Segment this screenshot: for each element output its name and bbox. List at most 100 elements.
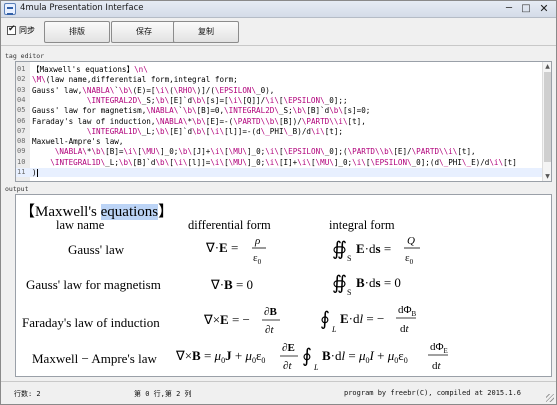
scroll-thumb[interactable] (544, 72, 551, 162)
code-text[interactable]: Maxwell-Ampre's law, (32, 137, 123, 146)
svg-text:∮: ∮ (320, 309, 330, 330)
toolbar-divider (1, 45, 556, 46)
svg-text:E·dl = −: E·dl = − (340, 311, 384, 326)
tag-editor[interactable]: 01 【Maxwell's equations】\n\ 02 \M\(law name… (15, 61, 552, 182)
selected-text[interactable]: equations (100, 204, 159, 220)
svg-text:dΦB: dΦB (398, 304, 417, 318)
svg-text:L: L (331, 325, 337, 334)
formula-ampere-differential: ∇×B = μ0J + μ0ε0 ∂E ∂t (175, 340, 301, 376)
status-cursor-position: 第 0 行,第 2 列 (134, 390, 192, 398)
code-text[interactable]: \INTEGRAL1D\_L;\b\[E]`d\b\[\i\[l]]=-(d\_… (32, 127, 343, 136)
svg-text:∂t: ∂t (283, 360, 292, 372)
line-number: 02 (17, 75, 26, 84)
gauss-int-svg: ∯ S E·ds = Q ε0 (332, 235, 420, 266)
formula-gauss-differential: ∇·E = ρ ε0 (205, 233, 286, 271)
output-label: output (5, 185, 29, 193)
line-number: 03 (17, 85, 26, 94)
editor-line[interactable]: 01 【Maxwell's equations】\n\ (16, 65, 551, 74)
svg-text:ε0: ε0 (253, 252, 262, 266)
formula-faraday-differential: ∇×E = − ∂B ∂t (203, 303, 284, 343)
copy-button[interactable]: 复制 (173, 21, 239, 43)
editor-line[interactable]: 08 Maxwell-Ampre's law, (16, 137, 551, 146)
window-title: 4mula Presentation Interface (20, 3, 144, 13)
svg-text:B·ds = 0: B·ds = 0 (356, 275, 401, 290)
svg-text:Q: Q (407, 235, 415, 247)
law-name-gauss: Gauss' law (68, 242, 125, 257)
formula-magnetism-differential: ∇·B = 0 (210, 270, 271, 302)
code-text[interactable]: Gauss' law for magnetism,\NABLA\`\b\[B]=… (32, 106, 370, 115)
code-text[interactable]: \INTEGRAL1D\_L;\b\[B]`d\b\[\i\[l]]=\i\[\… (32, 158, 517, 167)
editor-line[interactable]: 06 Faraday's law of induction,\NABLA\*\b\… (16, 117, 551, 126)
editor-line[interactable]: 05 Gauss' law for magnetism,\NABLA\`\b\[B… (16, 106, 551, 115)
formula-magnetism-integral: ∯ S B·ds = 0 (332, 267, 422, 305)
svg-text:S: S (347, 254, 351, 263)
editor-line[interactable]: 09 \NABLA\*\b\[B]=\i\[\MU\]_0;\b\[J]+\i\… (16, 147, 551, 156)
code-text[interactable]: ) (32, 168, 38, 177)
sync-checkbox[interactable]: 同步 (7, 24, 35, 36)
code-text[interactable]: Gauss' law,\NABLA\`\b\(E)=[\i\(\RHO\)]/(… (32, 86, 274, 95)
code-text[interactable]: 【Maxwell's equations】\n\ (32, 65, 148, 74)
status-bar: 行数: 2 第 0 行,第 2 列 program by freebr(C), … (1, 381, 556, 404)
line-number: 05 (17, 106, 26, 115)
header-integral-form: integral form (329, 218, 395, 232)
toolbar: 同步 排版 保存 复制 (1, 19, 556, 46)
maximize-button[interactable]: □ (518, 2, 534, 16)
header-differential-form: differential form (188, 218, 271, 232)
svg-text:∇×E = −: ∇×E = − (203, 312, 250, 327)
line-number: 10 (17, 157, 26, 166)
code-text[interactable]: \INTEGRAL2D\_S;\b\[E]`d\b\[s]=[\i\[Q]]/\… (32, 96, 348, 105)
text-caret (36, 169, 38, 177)
svg-text:∂B: ∂B (264, 306, 277, 318)
code-text[interactable]: \M\(law name,differential form,integral … (32, 75, 238, 84)
editor-line[interactable]: 02 \M\(law name,differential form,integra… (16, 75, 551, 84)
title-bar[interactable]: 4mula Presentation Interface ─ □ ✕ (1, 1, 556, 18)
scroll-down-arrow-icon[interactable]: ▼ (543, 172, 551, 181)
svg-text:dΦE: dΦE (430, 341, 448, 355)
code-text[interactable]: Faraday's law of induction,\NABLA\*\b\[E… (32, 117, 366, 126)
line-number: 08 (17, 137, 26, 146)
editor-line[interactable]: 11) (16, 168, 551, 177)
line-number: 09 (17, 147, 26, 156)
svg-text:∯: ∯ (332, 239, 347, 260)
formula-faraday-integral: ∮ L E·dl = − dΦB dt (320, 301, 420, 343)
scroll-up-arrow-icon[interactable]: ▲ (543, 62, 551, 71)
svg-text:∇×B = μ0J + μ0ε0: ∇×B = μ0J + μ0ε0 (175, 348, 265, 365)
law-name-gauss-magnetism: Gauss' law for magnetism (26, 277, 161, 292)
minimize-button[interactable]: ─ (501, 2, 517, 16)
svg-text:∇·E =: ∇·E = (205, 240, 238, 255)
status-credit: program by freebr(C), compiled at 2015.1… (344, 389, 522, 397)
save-button[interactable]: 保存 (111, 21, 177, 43)
editor-line[interactable]: 10 \INTEGRAL1D\_L;\b\[B]`d\b\[\i\[l]]=\i… (16, 158, 551, 167)
line-number: 04 (17, 95, 26, 104)
line-number: 01 (17, 65, 26, 73)
svg-text:L: L (313, 363, 319, 372)
law-name-ampere: Maxwell − Ampre's law (32, 351, 157, 366)
status-line-count: 行数: 2 (14, 390, 41, 398)
svg-text:∯: ∯ (332, 273, 347, 294)
svg-text:ε0: ε0 (405, 252, 414, 266)
output-panel[interactable]: 【Maxwell's equations】 law name different… (15, 194, 552, 377)
resize-grip-icon[interactable] (546, 394, 554, 402)
app-icon (4, 3, 16, 15)
svg-text:∇·B = 0: ∇·B = 0 (210, 277, 253, 292)
law-name-faraday: Faraday's law of induction (22, 315, 160, 330)
gauss-diff-svg: ∇·E = ρ ε0 (205, 235, 266, 266)
layout-button[interactable]: 排版 (44, 21, 110, 43)
svg-text:∂E: ∂E (282, 342, 295, 354)
editor-line[interactable]: 07 \INTEGRAL1D\_L;\b\[E]`d\b\[\i\[l]]=-(… (16, 127, 551, 136)
code-text[interactable]: \NABLA\*\b\[B]=\i\[\MU\]_0;\b\[J]+\i\[\M… (32, 147, 476, 156)
close-button[interactable]: ✕ (536, 2, 552, 16)
editor-line[interactable]: 03 Gauss' law,\NABLA\`\b\(E)=[\i\(\RHO\)]… (16, 86, 551, 95)
checkbox-checked-icon[interactable] (7, 24, 16, 35)
svg-text:∂t: ∂t (265, 324, 274, 336)
svg-text:S: S (347, 288, 351, 297)
header-law-name: law name (56, 218, 105, 232)
sync-label: 同步 (19, 26, 35, 35)
line-number: 07 (17, 126, 26, 135)
svg-text:dt: dt (400, 323, 410, 335)
editor-line[interactable]: 04 \INTEGRAL2D\_S;\b\[E]`d\b\[s]=[\i\[Q]… (16, 96, 551, 105)
app-window: 4mula Presentation Interface ─ □ ✕ 同步 排版… (0, 0, 557, 405)
editor-label: tag editor (5, 52, 45, 60)
editor-scrollbar[interactable]: ▲ ▼ (542, 62, 551, 181)
line-number: 06 (17, 116, 26, 125)
